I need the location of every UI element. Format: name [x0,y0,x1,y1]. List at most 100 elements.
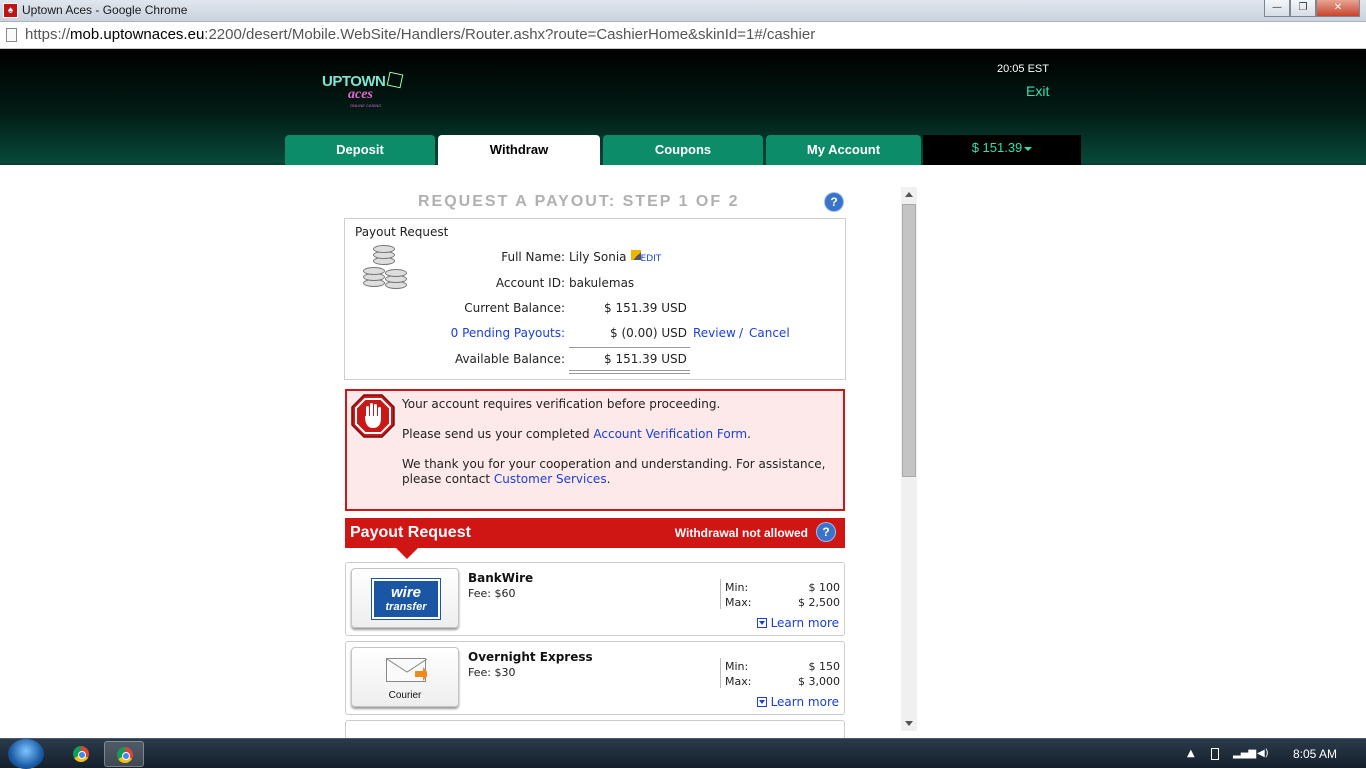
alert-line-2: Please send us your completed Account Ve… [402,427,751,441]
site-header: UPTOWN aces ONLINE CASINO 20:05 EST Exit… [0,49,1366,165]
double-underline [569,370,690,374]
courier-label: Courier [388,690,422,701]
courier-button[interactable]: Courier [351,647,459,707]
method-name: Overnight Express [468,650,593,664]
verification-form-link[interactable]: Account Verification Form [593,427,747,441]
app-icon: ♠ [3,3,18,18]
full-name-value: Lily Sonia [569,250,627,264]
volume-icon[interactable]: ◀) [1257,748,1269,759]
window-title-bar: ♠ Uptown Aces - Google Chrome — ❐ ✕ [0,0,1366,22]
url-scheme: https:// [25,26,71,43]
logo-tagline: ONLINE CASINO [350,103,382,108]
taskbar-clock[interactable]: 8:05 AM [1293,747,1337,761]
cancel-link[interactable]: Cancel [749,326,790,340]
payout-request-bar: Payout Request Withdrawal not allowed ? [345,518,845,559]
account-id-value: bakulemas [569,276,635,290]
scroll-up-icon[interactable] [905,192,913,197]
method-name: BankWire [468,571,534,585]
chrome-icon [73,746,89,762]
method-limits: Min: $ 100 Max: $ 2,500 [720,579,840,609]
max-value: $ 3,000 [798,675,840,688]
max-label: Max: [725,596,752,609]
address-bar[interactable]: https://mob.uptownaces.eu:2200/desert/Mo… [0,22,1366,49]
logo-bottom: aces [348,87,373,102]
url-path: :2200/desert/Mobile.WebSite/Handlers/Rou… [204,26,816,43]
maximize-button[interactable]: ❐ [1290,0,1316,17]
learn-more-link[interactable]: Learn more [756,616,839,630]
bankwire-button[interactable]: wire transfer [351,568,459,628]
current-balance-label: Current Balance: [464,301,565,315]
minimize-button[interactable]: — [1264,0,1290,17]
help-icon[interactable]: ? [825,193,843,211]
method-limits: Min: $ 150 Max: $ 3,000 [720,658,840,688]
alert-line-3: We thank you for your cooperation and un… [402,457,826,471]
min-label: Min: [725,660,749,673]
available-balance-value: $ 151.39 USD [604,352,687,366]
link-separator: / [739,326,744,340]
full-name-label: Full Name: [501,250,565,264]
pencil-icon[interactable] [630,250,641,260]
tab-withdraw[interactable]: Withdraw [438,135,600,165]
alert-line-2-text: Please send us your completed [402,427,594,441]
method-fee: Fee: $30 [468,666,516,679]
method-next [345,720,845,738]
pointer-arrow [396,548,418,559]
taskbar-chrome-active[interactable] [104,741,144,767]
payout-bar-title: Payout Request [350,524,471,541]
pending-payouts-value: $ (0.00) USD [610,326,687,340]
exit-link[interactable]: Exit [1026,83,1049,99]
method-overnight-express: Courier Overnight Express Fee: $30 Min: … [345,641,845,715]
review-link[interactable]: Review [693,326,736,340]
close-button[interactable]: ✕ [1316,0,1360,17]
window-controls: — ❐ ✕ [1264,0,1360,18]
tab-coupons[interactable]: Coupons [603,135,763,165]
alert-line-1: Your account requires verification befor… [402,397,721,411]
tab-deposit[interactable]: Deposit [285,135,435,165]
alert-line-4-text: please contact [402,472,494,486]
payout-summary: Payout Request Full Name: Lily Sonia EDIT… [344,218,846,380]
expand-icon [756,696,767,707]
taskbar-chrome-pinned[interactable] [61,741,101,767]
tray-expand-icon[interactable]: ▲ [1187,748,1195,759]
chrome-icon [117,747,133,763]
uptown-aces-logo[interactable]: UPTOWN aces ONLINE CASINO [322,71,404,109]
learn-more-link[interactable]: Learn more [756,695,839,709]
min-label: Min: [725,581,749,594]
payout-help-icon[interactable]: ? [817,523,835,541]
method-fee: Fee: $60 [468,587,516,600]
scroll-down-icon[interactable] [905,721,913,726]
summary-title: Payout Request [355,225,449,239]
site-clock: 20:05 EST [997,63,1049,75]
account-id-label: Account ID: [495,276,565,290]
page-title: REQUEST A PAYOUT: STEP 1 OF 2 [418,193,740,210]
scroll-thumb[interactable] [902,204,916,477]
envelope-svg [386,658,429,681]
alert-line-4: please contact Customer Services. [402,472,610,486]
withdrawal-status: Withdrawal not allowed [674,526,808,540]
learn-more-label: Learn more [770,616,839,630]
cards-icon [386,71,404,89]
tab-my-account[interactable]: My Account [766,135,921,165]
edit-link[interactable]: EDIT [641,254,662,264]
wire-logo-line1: wire [390,584,421,601]
current-balance-value: $ 151.39 USD [604,301,687,315]
learn-more-label: Learn more [770,695,839,709]
scrollbar[interactable] [901,187,917,731]
page-icon [6,28,17,42]
window-title: Uptown Aces - Google Chrome [22,3,188,17]
pending-payouts-link[interactable]: 0 Pending Payouts: [385,326,565,340]
start-button[interactable] [8,739,44,769]
url-text[interactable]: https://mob.uptownaces.eu:2200/desert/Mo… [25,26,815,43]
customer-services-link[interactable]: Customer Services [494,472,607,486]
method-bankwire: wire transfer BankWire Fee: $60 Min: $ 1… [345,562,845,636]
balance-amount: $ 151.39 [971,140,1023,155]
battery-icon[interactable] [1211,748,1219,760]
wire-transfer-logo: wire transfer [371,578,441,620]
wire-logo-line2: transfer [385,601,427,613]
balance-dropdown[interactable]: $ 151.39 [923,135,1081,165]
cashier-content: REQUEST A PAYOUT: STEP 1 OF 2 ? Payout R… [0,167,1366,738]
expand-icon [756,617,767,628]
min-value: $ 100 [808,581,841,594]
signal-icon[interactable]: ▂▄▆ [1233,748,1256,759]
stop-hand-icon [351,394,395,438]
